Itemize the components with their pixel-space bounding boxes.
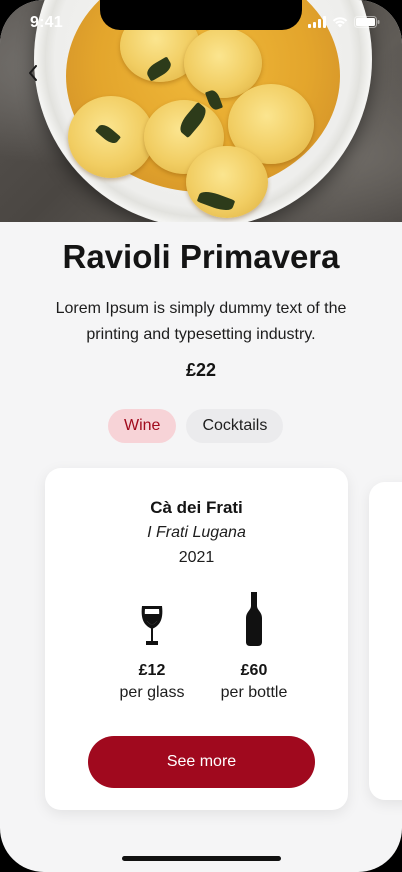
battery-icon: [354, 16, 380, 28]
see-more-button[interactable]: See more: [88, 736, 315, 788]
wine-producer: I Frati Lugana: [147, 524, 246, 541]
back-button[interactable]: [22, 60, 44, 86]
bottle-price-block: £60 per bottle: [199, 590, 309, 702]
status-time: 9:41: [30, 14, 63, 31]
wine-glass-icon: [141, 606, 163, 645]
dish-title: Ravioli Primavera: [62, 238, 340, 275]
tab-cocktails[interactable]: Cocktails: [186, 409, 284, 443]
wine-bottle-icon: [246, 592, 262, 646]
dish-description: Lorem Ipsum is simply dummy text of the …: [55, 300, 347, 343]
wifi-icon: [332, 17, 348, 28]
screen: 9:41 Ravioli Primavera Lorem Ipsum is si…: [0, 0, 402, 872]
next-wine-card[interactable]: [369, 482, 402, 800]
wine-name: Cà dei Frati: [150, 498, 243, 517]
wine-year: 2021: [178, 549, 215, 566]
dish-price: £22: [185, 360, 217, 380]
status-icons: [308, 16, 380, 28]
tab-wine[interactable]: Wine: [108, 409, 177, 443]
dish-hero-image: 9:41: [0, 0, 402, 222]
home-indicator[interactable]: [122, 856, 281, 861]
device-notch: [100, 0, 302, 30]
glass-price: £12: [138, 662, 166, 679]
chevron-left-icon: [29, 65, 37, 81]
bottle-price: £60: [240, 662, 268, 679]
glass-price-block: £12 per glass: [97, 590, 207, 702]
cellular-signal-icon: [308, 16, 326, 28]
pairing-tabs: Wine Cocktails: [108, 409, 284, 443]
wine-card: Cà dei Frati I Frati Lugana 2021 £12 per…: [45, 468, 348, 810]
bottle-unit: per bottle: [220, 684, 288, 701]
glass-unit: per glass: [119, 684, 185, 701]
